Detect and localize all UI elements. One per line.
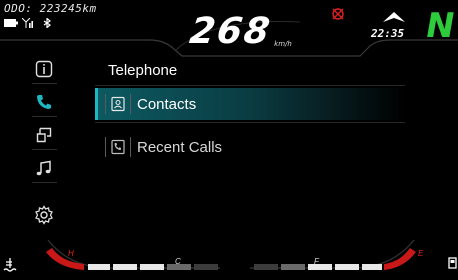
phone-icon	[37, 95, 51, 109]
fuel-full-label: F	[314, 257, 319, 266]
settings-gear-icon	[35, 205, 53, 225]
direction-arrow-icon	[383, 12, 405, 22]
odometer-readout: ODO: 223245km	[4, 2, 97, 15]
engine-warning-icon	[332, 8, 344, 20]
signal-strength-icon	[22, 18, 33, 28]
clock-time: 22:35	[371, 27, 405, 40]
sidebar-item-settings[interactable]	[29, 204, 59, 226]
temp-low-label: C	[175, 257, 181, 266]
contact-card-icon	[105, 94, 131, 114]
menu-item-label: Recent Calls	[137, 138, 223, 156]
sidebar-item-mirror[interactable]	[29, 124, 59, 146]
page-title: Telephone	[108, 62, 178, 79]
menu-item-contacts[interactable]: Contacts	[95, 88, 405, 120]
status-icons	[4, 18, 52, 28]
speed-unit: km/h	[274, 40, 292, 48]
speedometer: 268 km/h	[187, 11, 292, 52]
sidebar-item-music[interactable]	[29, 157, 59, 179]
speed-value: 268	[187, 11, 275, 52]
bluetooth-icon	[43, 18, 52, 28]
sidebar-item-info[interactable]	[29, 58, 59, 80]
gear-indicator: N	[422, 6, 458, 46]
menu-item-label: Contacts	[137, 95, 197, 113]
fuel-empty-label: E	[418, 249, 424, 258]
temp-high-label: H	[68, 249, 74, 258]
phone-log-icon	[105, 137, 131, 157]
info-icon	[35, 60, 53, 78]
screen-mirror-icon	[36, 127, 52, 143]
sidebar-item-phone[interactable]	[29, 91, 59, 113]
battery-icon	[4, 19, 18, 27]
music-note-icon	[36, 160, 51, 176]
menu-item-recent-calls[interactable]: Recent Calls	[95, 131, 405, 163]
